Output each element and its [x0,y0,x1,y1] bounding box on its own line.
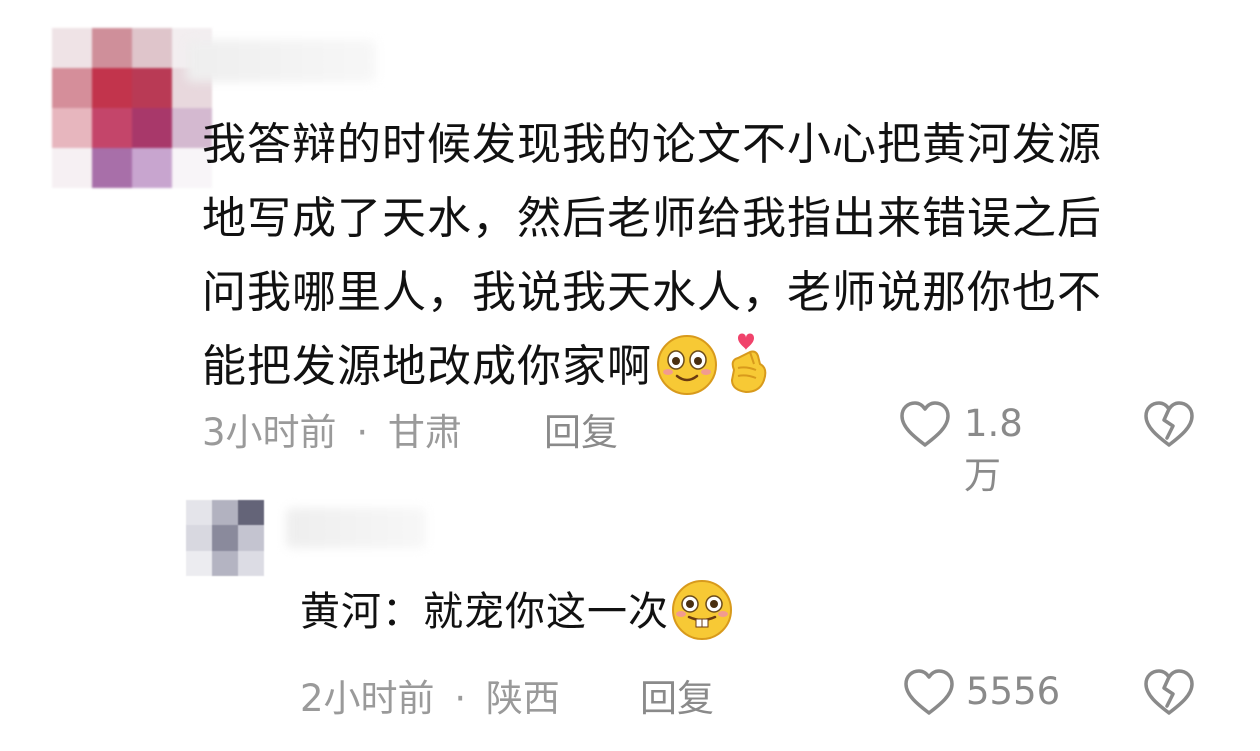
dislike-button[interactable] [1142,400,1196,450]
like-button[interactable]: 1.8万 [898,398,1058,497]
comment-line: 我答辩的时候发现我的论文不小心把黄河发源 [202,119,1102,170]
dislike-button[interactable] [1142,668,1196,718]
comment-time: 2小时前 [300,677,435,720]
smile-emoji-icon [656,334,718,396]
comment-time: 3小时前 [202,411,337,454]
finger-heart-emoji-icon [724,330,774,396]
reply-button[interactable]: 回复 [544,402,618,456]
username[interactable] [186,40,376,82]
comment-line: 问我哪里人，我说我天水人，老师说那你也不 [202,267,1102,318]
buck-teeth-emoji-icon [671,579,733,641]
username[interactable] [286,508,426,548]
broken-heart-icon [1144,669,1194,715]
heart-icon [900,401,950,447]
comment-meta: 2小时前 · 陕西 [300,668,560,722]
avatar[interactable] [186,500,264,576]
reply-button[interactable]: 回复 [640,668,714,722]
comment-line: 地写成了天水，然后老师给我指出来错误之后 [202,193,1102,244]
comment-location: 陕西 [485,677,560,720]
meta-separator: · [454,677,467,720]
like-count: 1.8万 [964,402,1023,497]
comment-location: 甘肃 [387,411,462,454]
comment-meta: 3小时前 · 甘肃 [202,402,462,456]
like-count: 5556 [966,670,1061,713]
comment-text: 黄河：就宠你这一次 [300,580,733,645]
broken-heart-icon [1144,401,1194,447]
meta-separator: · [356,411,369,454]
heart-icon [904,669,954,715]
comment-text: 我答辩的时候发现我的论文不小心把黄河发源 地写成了天水，然后老师给我指出来错误之… [202,108,1222,404]
comment-line: 能把发源地改成你家啊 [202,330,1222,404]
like-button[interactable]: 5556 [902,666,1072,720]
